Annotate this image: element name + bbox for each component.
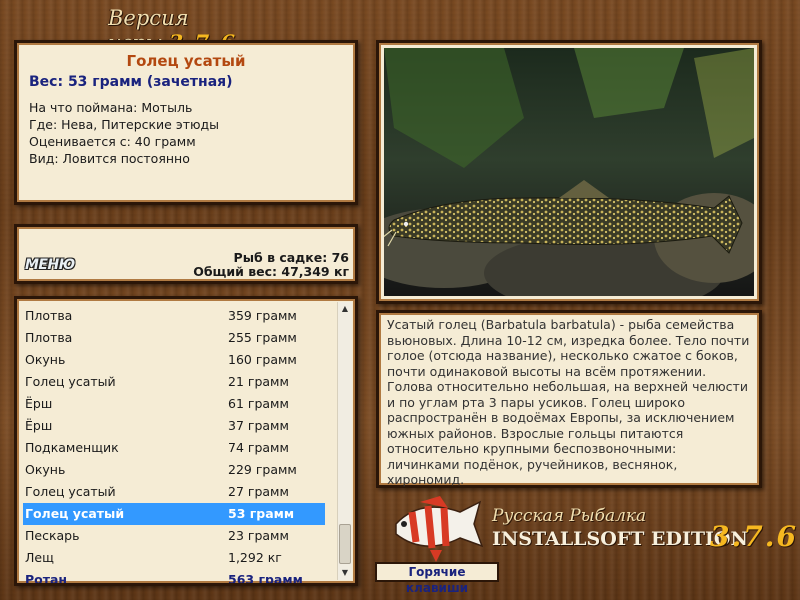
bait-info: На что поймана: Мотыль (29, 100, 193, 115)
catch-row[interactable]: Ротан 563 грамм (23, 569, 325, 586)
catch-row[interactable]: Ёрш 37 грамм (23, 415, 325, 437)
catch-weight: 1,292 кг (228, 550, 282, 565)
catch-list-scrollbar[interactable]: ▲ ▼ (337, 302, 352, 580)
catch-row[interactable]: Окунь 160 грамм (23, 349, 325, 371)
catch-name: Голец усатый (25, 506, 125, 521)
catch-name: Пескарь (25, 528, 80, 543)
catch-name: Подкаменщик (25, 440, 119, 455)
scroll-down-icon[interactable]: ▼ (338, 566, 352, 580)
catch-weight: 27 грамм (228, 484, 289, 499)
fish-name: Голец усатый (126, 52, 246, 70)
catch-weight: 21 грамм (228, 374, 289, 389)
fish-description: Усатый голец (Barbatula barbatula) - рыб… (387, 317, 750, 487)
catch-weight: 255 грамм (228, 330, 297, 345)
catch-name: Голец усатый (25, 484, 116, 499)
game-logo: Русская Рыбалка INSTALLSOFT EDITION 3.7.… (390, 494, 798, 566)
catch-row[interactable]: Плотва 255 грамм (23, 327, 325, 349)
catch-row[interactable]: Голец усатый 21 грамм (23, 371, 325, 393)
scroll-thumb[interactable] (339, 524, 351, 564)
catch-weight: 359 грамм (228, 308, 297, 323)
catch-name: Ротан (25, 572, 68, 586)
min-weight-info: Оценивается с: 40 грамм (29, 134, 196, 149)
brand-name: Русская Рыбалка (492, 506, 647, 526)
location-info: Где: Нева, Питерские этюды (29, 117, 220, 132)
catch-name: Окунь (25, 352, 66, 367)
catch-row[interactable]: Голец усатый 27 грамм (23, 481, 325, 503)
catch-name: Окунь (25, 462, 66, 477)
description-panel: Усатый голец (Barbatula barbatula) - рыб… (376, 310, 762, 488)
fish-logo-icon (395, 496, 484, 562)
catch-row[interactable]: Пескарь 23 грамм (23, 525, 325, 547)
catch-weight: 74 грамм (228, 440, 289, 455)
catch-weight: 61 грамм (228, 396, 289, 411)
catch-name: Ёрш (25, 396, 53, 411)
catch-weight: 23 грамм (228, 528, 289, 543)
species-info: Вид: Ловится постоянно (29, 151, 190, 166)
catch-weight: 53 грамм (228, 506, 295, 521)
fish-photo (384, 48, 754, 296)
hotkeys-button[interactable]: Горячие клавиши (375, 562, 499, 595)
brand-version: 3.7.6 (710, 520, 798, 553)
menu-button[interactable]: МЕНЮ (25, 257, 85, 275)
catch-list[interactable]: Плотва 359 грамм Плотва 255 грамм Окунь 160 г… (14, 296, 358, 586)
catch-row[interactable]: Ёрш 61 грамм (23, 393, 325, 415)
catch-name: Ёрш (25, 418, 53, 433)
catch-weight: 160 грамм (228, 352, 297, 367)
fish-details: На что поймана: Мотыль Где: Нева, Питерс… (29, 99, 343, 167)
catch-row[interactable]: Подкаменщик 74 грамм (23, 437, 325, 459)
keepnet-stats: Рыб в садке: 76 Общий вес: 47,349 кг (193, 251, 349, 279)
catch-weight: 37 грамм (228, 418, 289, 433)
catch-row[interactable]: Лещ 1,292 кг (23, 547, 325, 569)
keepnet-panel: МЕНЮ Рыб в садке: 76 Общий вес: 47,349 к… (14, 224, 358, 284)
catch-name: Плотва (25, 308, 73, 323)
fish-photo-panel (376, 40, 762, 304)
catch-weight: 229 грамм (228, 462, 297, 477)
fish-weight: Вес: 53 грамм (зачетная) (29, 74, 233, 90)
catch-name: Лещ (25, 550, 54, 565)
version-title: Версия игры3.7.6 (108, 6, 308, 55)
catch-name: Голец усатый (25, 374, 116, 389)
catch-weight: 563 грамм (228, 572, 303, 586)
fish-info-panel: Голец усатый Вес: 53 грамм (зачетная) На… (14, 40, 358, 205)
catch-row[interactable]: Окунь 229 грамм (23, 459, 325, 481)
total-weight: Общий вес: 47,349 кг (193, 264, 349, 279)
catch-rows: Плотва 359 грамм Плотва 255 грамм Окунь 160 г… (23, 305, 325, 586)
scroll-up-icon[interactable]: ▲ (338, 302, 352, 316)
catch-row[interactable]: Голец усатый 53 грамм (23, 503, 325, 525)
catch-name: Плотва (25, 330, 73, 345)
fish-count: Рыб в садке: 76 (233, 250, 349, 265)
catch-row[interactable]: Плотва 359 грамм (23, 305, 325, 327)
